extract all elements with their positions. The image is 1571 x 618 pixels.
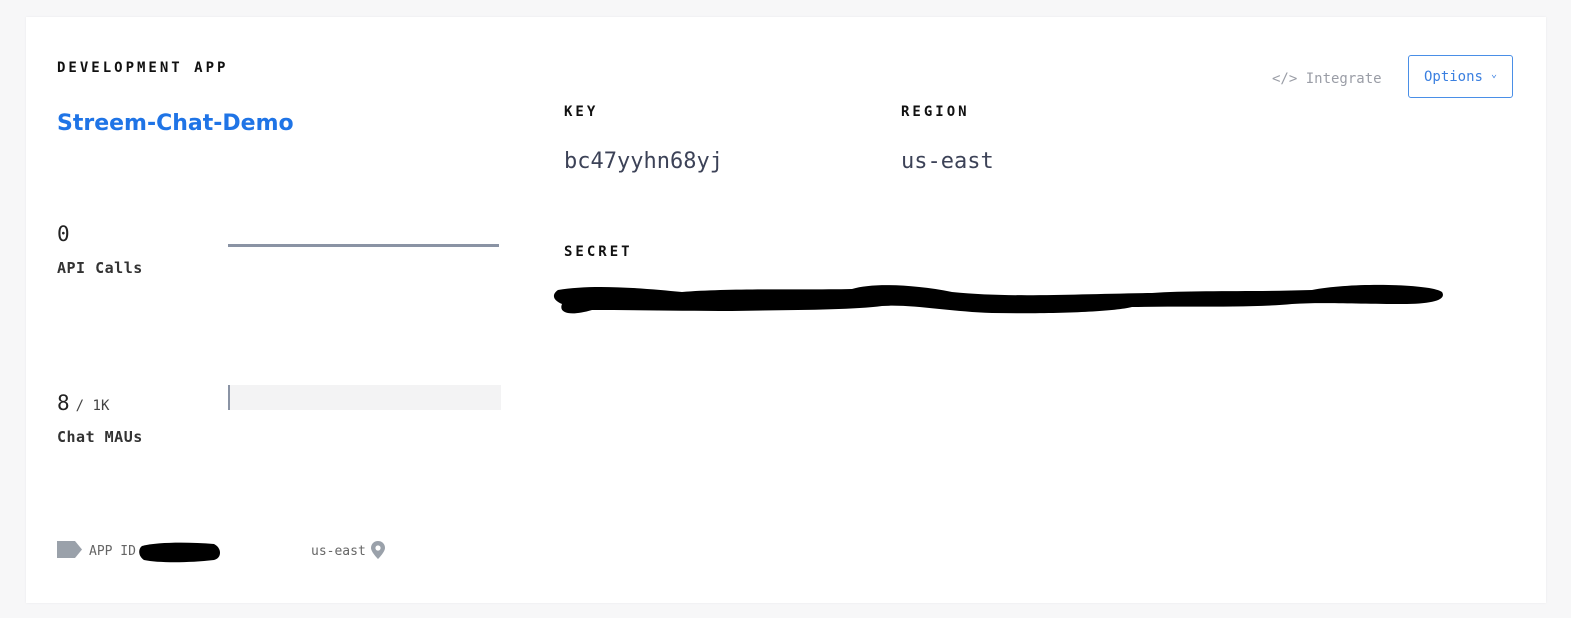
app-name-link[interactable]: Streem-Chat-Demo xyxy=(57,111,294,136)
tag-icon xyxy=(57,541,82,558)
api-calls-sparkline xyxy=(228,244,499,247)
app-id-redaction xyxy=(139,542,220,563)
app-card: DEVELOPMENT APP Streem-Chat-Demo 0 API C… xyxy=(26,17,1546,603)
options-button-label: Options xyxy=(1423,68,1483,85)
chat-maus-label: Chat MAUs xyxy=(57,428,143,446)
app-id-label: APP ID xyxy=(89,544,136,559)
environment-label: DEVELOPMENT APP xyxy=(57,60,229,76)
chat-maus-usage-fill xyxy=(228,385,231,410)
api-calls-count: 0 xyxy=(57,222,70,246)
chat-maus-count: 8 xyxy=(57,391,70,415)
region-value: us-east xyxy=(901,149,994,174)
api-calls-label: API Calls xyxy=(57,259,143,277)
chat-maus-max: / 1K xyxy=(75,398,110,414)
key-label: KEY xyxy=(564,104,599,120)
chat-maus-value: 8 / 1K xyxy=(57,391,109,415)
integrate-link[interactable]: </> Integrate xyxy=(1272,71,1382,87)
chevron-down-icon: ⌄ xyxy=(1490,68,1498,80)
chat-maus-usage-bar xyxy=(228,385,501,410)
secret-label: SECRET xyxy=(564,244,633,260)
map-pin-icon xyxy=(371,541,385,559)
key-value[interactable]: bc47yyhn68yj xyxy=(564,149,723,174)
secret-redaction xyxy=(553,284,1443,314)
options-button[interactable]: Options ⌄ xyxy=(1408,55,1513,98)
footer-region: us-east xyxy=(311,544,366,559)
region-label: REGION xyxy=(901,104,970,120)
api-calls-value: 0 xyxy=(57,222,70,246)
